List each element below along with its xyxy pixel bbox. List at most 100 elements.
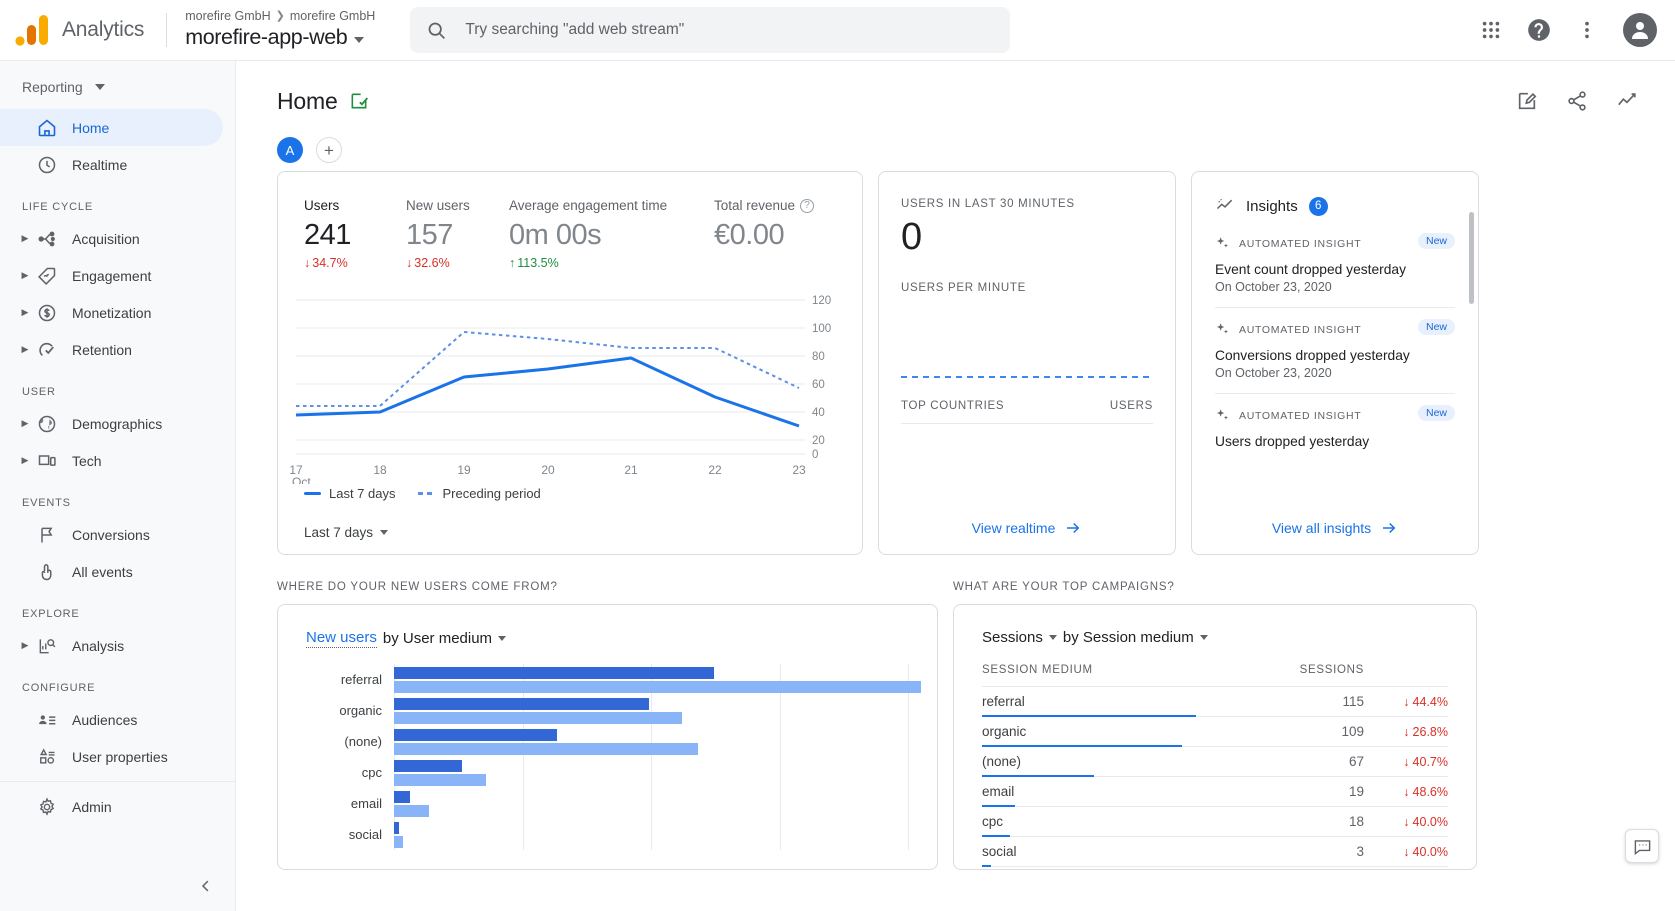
metric-selector[interactable]: New users xyxy=(306,629,377,648)
insights-scrollbar[interactable] xyxy=(1469,212,1474,304)
more-vert-icon[interactable] xyxy=(1567,10,1607,50)
expander-arrow-icon[interactable]: ▶ xyxy=(18,344,32,355)
bar-category-label: organic xyxy=(339,703,382,718)
table-row[interactable]: referral 115 ↓ 44.4% xyxy=(982,687,1448,717)
table-row[interactable]: cpc 18 ↓ 40.0% xyxy=(982,807,1448,837)
property-name-label: morefire-app-web xyxy=(185,25,348,49)
chevron-down-icon[interactable] xyxy=(498,636,507,641)
sidebar-item-label: User properties xyxy=(72,748,168,765)
sidebar-item-tech[interactable]: ▶ Tech xyxy=(0,442,223,479)
arrow-right-icon xyxy=(1380,519,1398,537)
view-all-insights-link[interactable]: View all insights xyxy=(1192,502,1478,554)
metric-users[interactable]: Users 241 ↓ 34.7% xyxy=(304,198,406,270)
sidebar-item-monetization[interactable]: ▶ Monetization xyxy=(0,294,223,331)
cell-sessions: 19 xyxy=(1348,784,1364,799)
expander-arrow-icon[interactable]: ▶ xyxy=(18,270,32,281)
insight-kicker-label: AUTOMATED INSIGHT xyxy=(1239,323,1362,336)
insights-header: Insights 6 xyxy=(1192,172,1478,216)
column-header-change xyxy=(1364,664,1448,676)
audiences-icon xyxy=(36,709,58,731)
table-row[interactable]: social 3 ↓ 40.0% xyxy=(982,837,1448,867)
expander-arrow-icon[interactable]: ▶ xyxy=(18,233,32,244)
apps-grid-icon[interactable] xyxy=(1471,10,1511,50)
sidebar-item-acquisition[interactable]: ▶ Acquisition xyxy=(0,220,223,257)
edit-note-icon[interactable] xyxy=(1509,83,1545,119)
page-header: Home xyxy=(236,61,1675,119)
expander-arrow-icon[interactable]: ▶ xyxy=(18,455,32,466)
add-comparison-button[interactable]: + xyxy=(316,137,342,163)
chevron-down-icon[interactable] xyxy=(1199,635,1208,640)
sidebar-item-label: Monetization xyxy=(72,304,152,321)
expander-arrow-icon[interactable]: ▶ xyxy=(18,640,32,651)
table-row[interactable]: organic 109 ↓ 26.8% xyxy=(982,717,1448,747)
help-icon[interactable] xyxy=(1519,10,1559,50)
bar-category-label: referral xyxy=(340,672,382,687)
table-row[interactable]: email 19 ↓ 48.6% xyxy=(982,777,1448,807)
sidebar-collapse-button[interactable] xyxy=(191,871,221,901)
sidebar-item-admin[interactable]: Admin xyxy=(0,788,223,825)
account-property-selector[interactable]: morefire GmbH ❯ morefire GmbH morefire-a… xyxy=(185,9,375,51)
expander-arrow-icon[interactable]: ▶ xyxy=(18,418,32,429)
metric-total-revenue[interactable]: Total revenue ? €0.00 xyxy=(714,198,854,270)
insight-item[interactable]: AUTOMATED INSIGHT New Event count droppe… xyxy=(1215,222,1455,308)
share-icon[interactable] xyxy=(1559,83,1595,119)
realtime-users-label: USERS IN LAST 30 MINUTES xyxy=(901,198,1075,210)
search-input[interactable] xyxy=(465,21,995,39)
sidebar-item-analysis[interactable]: ▶ Analysis xyxy=(0,627,223,664)
sidebar-item-retention[interactable]: ▶ Retention xyxy=(0,331,223,368)
sidebar-item-all-events[interactable]: All events xyxy=(0,553,223,590)
search-bar[interactable] xyxy=(410,7,1011,53)
sessions-metric-label[interactable]: Sessions xyxy=(982,629,1043,646)
avatar[interactable] xyxy=(1623,13,1657,47)
bar-pair xyxy=(394,728,937,755)
metric-delta-value: 113.5% xyxy=(517,256,559,270)
bar-category-label: social xyxy=(348,827,382,842)
table-row[interactable]: (none) 67 ↓ 40.7% xyxy=(982,747,1448,777)
overview-card: Users 241 ↓ 34.7% New users 157 ↓ 32.6% … xyxy=(277,171,863,555)
campaigns-card: Sessions by Session medium SESSION MEDIU… xyxy=(953,604,1477,870)
users-line-chart: 120 100 80 60 40 20 0 17 18 19 20 21 22 … xyxy=(278,284,862,484)
page-header-actions xyxy=(1509,83,1645,119)
sidebar-item-home[interactable]: Home xyxy=(0,109,223,146)
sidebar-item-audiences[interactable]: Audiences xyxy=(0,701,223,738)
feedback-icon[interactable] xyxy=(1625,829,1659,863)
card-title-rest: by User medium xyxy=(382,630,493,647)
svg-text:60: 60 xyxy=(812,379,825,391)
acquisition-icon xyxy=(36,228,58,250)
sidebar-mode-selector[interactable]: Reporting xyxy=(0,65,235,109)
realtime-users-value: 0 xyxy=(901,216,923,258)
sidebar-item-label: Analysis xyxy=(72,637,125,654)
metric-new-users[interactable]: New users 157 ↓ 32.6% xyxy=(406,198,509,270)
edit-check-icon[interactable] xyxy=(349,91,369,111)
insight-item[interactable]: AUTOMATED INSIGHT New Users dropped yest… xyxy=(1215,394,1455,462)
insight-item[interactable]: AUTOMATED INSIGHT New Conversions droppe… xyxy=(1215,308,1455,394)
svg-text:20: 20 xyxy=(812,435,825,447)
sidebar-item-conversions[interactable]: Conversions xyxy=(0,516,223,553)
expander-arrow-icon[interactable]: ▶ xyxy=(18,307,32,318)
metric-value: €0.00 xyxy=(714,219,785,251)
dollar-circle-icon xyxy=(36,302,58,324)
card-title-rest: by Session medium xyxy=(1062,629,1194,646)
insight-kicker-label: AUTOMATED INSIGHT xyxy=(1239,237,1362,250)
property-name[interactable]: morefire-app-web xyxy=(185,24,375,51)
new-badge: New xyxy=(1417,233,1455,249)
section-heading-new-users: WHERE DO YOUR NEW USERS COME FROM? xyxy=(277,581,558,593)
sidebar-item-realtime[interactable]: Realtime xyxy=(0,146,223,183)
sidebar-section-title: USER xyxy=(22,386,56,398)
metric-value: 157 xyxy=(406,219,453,251)
chevron-down-icon xyxy=(354,36,365,43)
view-realtime-link[interactable]: View realtime xyxy=(879,502,1175,554)
sidebar-item-engagement[interactable]: ▶ Engagement xyxy=(0,257,223,294)
cell-change-value: 26.8% xyxy=(1412,724,1448,739)
help-circle-icon[interactable]: ? xyxy=(800,198,815,213)
sidebar-item-user-properties[interactable]: User properties xyxy=(0,738,223,775)
chip-all-users[interactable]: A xyxy=(277,137,303,163)
insights-trend-icon[interactable] xyxy=(1609,83,1645,119)
metric-avg-engagement-time[interactable]: Average engagement time 0m 00s ↑ 113.5% xyxy=(509,198,714,270)
chevron-down-icon[interactable] xyxy=(1048,635,1057,640)
date-range-selector[interactable]: Last 7 days xyxy=(304,525,389,540)
new-users-card-title: New users by User medium xyxy=(278,605,937,648)
arrow-down-icon: ↓ xyxy=(1403,814,1410,829)
sidebar-item-demographics[interactable]: ▶ Demographics xyxy=(0,405,223,442)
sparkline-baseline xyxy=(901,376,1153,378)
